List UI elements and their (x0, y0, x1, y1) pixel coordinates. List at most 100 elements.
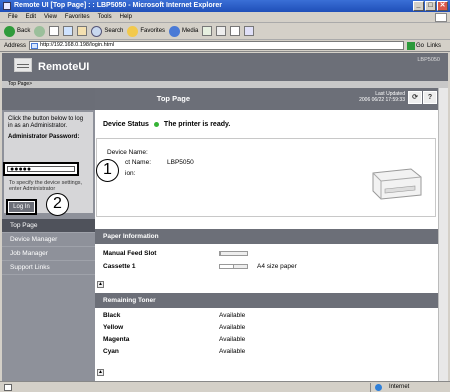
toner-name: Black (103, 312, 121, 319)
toner-name: Yellow (103, 324, 124, 331)
product-name-label: ct Name: (125, 159, 152, 166)
toner-value: Available (219, 312, 246, 319)
links-label[interactable]: Links (427, 43, 441, 49)
page-done-icon (4, 384, 12, 391)
page-icon (31, 43, 39, 49)
security-zone: Internet (370, 383, 446, 392)
product-name-value: LBP5050 (167, 159, 194, 166)
paper-level-fill (220, 265, 234, 268)
main-header: Top Page Last Updated 2006 06/22 17:59:3… (95, 88, 438, 110)
brand-title: RemoteUI (38, 61, 90, 73)
refresh-icon[interactable] (63, 26, 74, 36)
toner-value: Available (219, 348, 246, 355)
login-button[interactable]: Log In (9, 202, 34, 212)
window-title: Remote UI [Top Page] : : LBP5050 - Micro… (14, 2, 222, 9)
status-bar: Internet (0, 381, 450, 392)
toner-value: Available (219, 324, 246, 331)
menu-help[interactable]: Help (120, 14, 132, 22)
media-button[interactable]: Media (169, 25, 199, 37)
zone-label: Internet (389, 384, 410, 390)
media-label: Media (182, 28, 199, 34)
sidebar-header (2, 88, 95, 110)
search-icon (91, 25, 103, 37)
address-input[interactable]: http://192.168.0.198/login.html (29, 41, 405, 50)
search-label: Search (104, 28, 124, 34)
device-status: Device Status The printer is ready. (103, 121, 230, 128)
maximize-button[interactable]: □ (425, 1, 436, 11)
login-description: To specify the device settings, enter Ad… (9, 180, 83, 192)
window-controls: _ □ ✕ (413, 1, 448, 11)
sidebar-item-support-links[interactable]: Support Links (2, 261, 95, 275)
printer-image (372, 168, 422, 200)
paper-slot-name: Cassette 1 (103, 263, 136, 270)
last-updated-value: 2006 06/22 17:59:33 (359, 97, 405, 103)
go-label: Go (416, 42, 425, 49)
go-arrow-icon (407, 41, 416, 50)
back-arrow-icon (4, 25, 15, 37)
favorites-button[interactable]: Favorites (127, 25, 166, 37)
device-info-box: Device Name: ct Name: LBP5050 ion: (96, 138, 436, 217)
status-ok-icon (153, 122, 159, 127)
menu-tools[interactable]: Tools (98, 14, 112, 22)
favorites-label: Favorites (140, 28, 166, 34)
window-title-bar: Remote UI [Top Page] : : LBP5050 - Micro… (0, 0, 450, 12)
help-button[interactable]: ? (423, 91, 437, 104)
menu-view[interactable]: View (44, 14, 57, 22)
menu-favorites[interactable]: Favorites (65, 14, 90, 22)
password-label: Administrator Password: (8, 134, 80, 140)
address-label: Address (4, 42, 27, 49)
forward-button[interactable] (34, 25, 46, 37)
device-name-label: Device Name: (107, 149, 148, 156)
paper-information-header: Paper Information (95, 229, 438, 244)
ie-app-icon (3, 2, 11, 10)
login-instruction: Click the button below to log in as an A… (8, 116, 84, 129)
password-field[interactable]: ●●●●● (3, 162, 79, 176)
windows-logo-icon (435, 13, 447, 22)
page-scrollbar[interactable] (438, 88, 448, 381)
paper-size-value: A4 size paper (257, 263, 297, 270)
sidebar-nav: Top Page Device Manager Job Manager Supp… (2, 219, 95, 275)
minimize-button[interactable]: _ (413, 1, 424, 11)
mail-icon[interactable] (216, 26, 227, 36)
back-label: Back (17, 28, 31, 34)
paper-level-fill (220, 252, 221, 255)
edit-icon[interactable] (244, 26, 255, 36)
history-icon[interactable] (202, 26, 213, 36)
search-button[interactable]: Search (91, 25, 124, 37)
last-updated: Last Updated 2006 06/22 17:59:33 (355, 91, 405, 103)
toner-name: Cyan (103, 348, 119, 355)
print-icon[interactable] (230, 26, 241, 36)
paper-level-bar (219, 264, 248, 269)
menu-file[interactable]: File (8, 14, 18, 22)
paper-slot-name: Manual Feed Slot (103, 250, 157, 257)
browser-toolbar: Back Search Favorites Media (0, 23, 450, 40)
stop-icon[interactable] (49, 26, 60, 36)
star-icon (127, 25, 139, 37)
location-label: ion: (125, 170, 136, 177)
callout-2: 2 (46, 193, 69, 216)
menu-edit[interactable]: Edit (26, 14, 36, 22)
password-input[interactable]: ●●●●● (7, 166, 75, 173)
sidebar-item-device-manager[interactable]: Device Manager (2, 233, 95, 247)
model-name: LBP5050 (417, 57, 440, 63)
menu-bar: File Edit View Favorites Tools Help (0, 12, 450, 23)
address-url: http://192.168.0.198/login.html (40, 42, 115, 48)
device-status-label: Device Status (103, 121, 149, 128)
toner-value: Available (219, 336, 246, 343)
scroll-to-top-icon[interactable]: ▲ (97, 281, 104, 288)
page-title: Top Page (156, 94, 190, 103)
go-button[interactable]: Go (407, 41, 425, 50)
sidebar-item-top-page[interactable]: Top Page (2, 219, 95, 233)
breadcrumb[interactable]: Top Page> (2, 81, 448, 88)
refresh-button[interactable]: ⟳ (408, 91, 422, 104)
address-bar: Address http://192.168.0.198/login.html … (0, 40, 450, 52)
home-icon[interactable] (77, 26, 88, 36)
scroll-to-top-icon[interactable]: ▲ (97, 369, 104, 376)
close-button[interactable]: ✕ (437, 1, 448, 11)
paper-level-bar (219, 251, 248, 256)
sidebar-item-job-manager[interactable]: Job Manager (2, 247, 95, 261)
media-icon (169, 25, 181, 37)
main-content: Top Page Last Updated 2006 06/22 17:59:3… (95, 88, 438, 381)
globe-icon (375, 384, 382, 391)
back-button[interactable]: Back (4, 25, 31, 37)
